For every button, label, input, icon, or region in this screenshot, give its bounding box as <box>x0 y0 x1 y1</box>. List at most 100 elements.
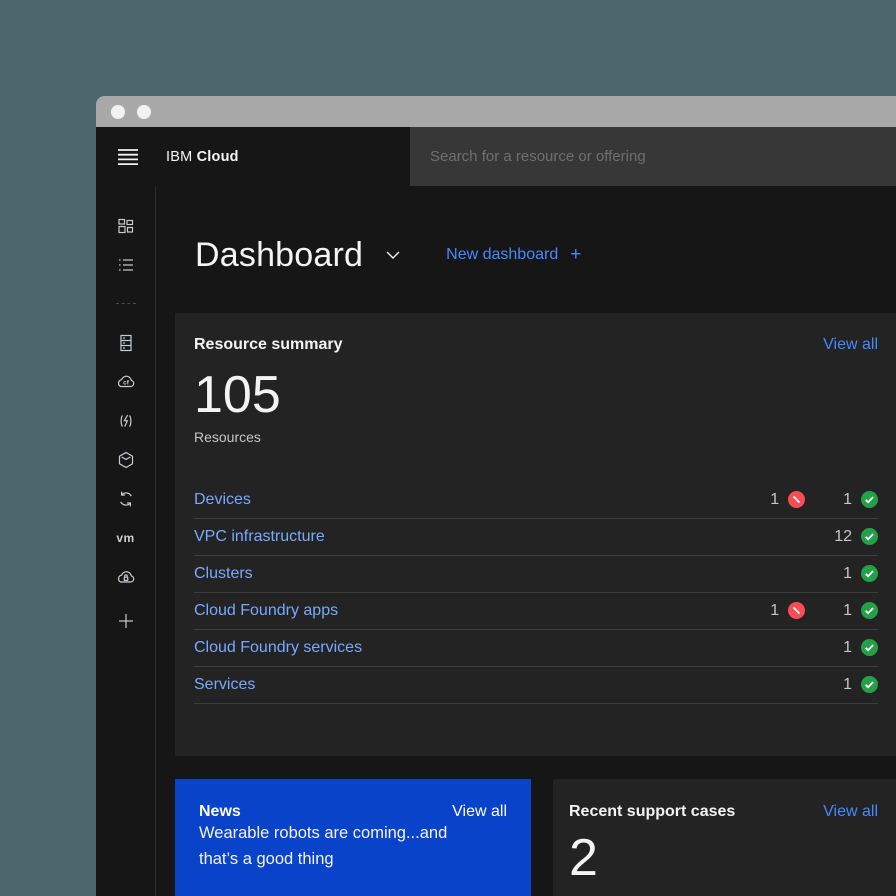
sidebar-item-resource-list[interactable] <box>96 245 155 284</box>
resource-total-label: Resources <box>194 429 878 445</box>
catalog-list-icon <box>116 255 136 275</box>
status-healthy: 1 <box>843 676 878 694</box>
functions-icon <box>116 411 136 431</box>
resource-row-link[interactable]: Cloud Foundry services <box>194 639 362 657</box>
chevron-down-icon <box>385 250 401 260</box>
status-count: 1 <box>770 491 779 509</box>
sidebar-item-dashboard[interactable] <box>96 206 155 245</box>
resource-row: Cloud Foundry apps11 <box>194 593 878 630</box>
status-count: 1 <box>843 565 852 583</box>
dashboard-grid-icon <box>116 216 136 236</box>
status-count: 1 <box>770 602 779 620</box>
healthy-status-icon <box>861 528 878 545</box>
status-count: 1 <box>843 602 852 620</box>
new-dashboard-plus-icon: + <box>570 244 581 266</box>
resource-summary-title: Resource summary <box>194 336 343 354</box>
resource-row: Cloud Foundry services 1 <box>194 630 878 667</box>
resource-row-statuses: 1 <box>843 639 878 657</box>
sidebar-item-sync[interactable] <box>96 479 155 518</box>
healthy-status-icon <box>861 639 878 656</box>
plus-icon <box>117 612 135 630</box>
app-body: cf <box>96 186 896 896</box>
status-count: 1 <box>843 639 852 657</box>
news-header: News View all <box>199 803 507 821</box>
healthy-status-icon <box>861 565 878 582</box>
status-healthy: 12 <box>834 528 878 546</box>
hamburger-icon <box>118 148 138 166</box>
new-dashboard-label: New dashboard <box>446 246 558 264</box>
sidebar-item-schematics[interactable] <box>96 440 155 479</box>
resource-summary-card: Resource summary View all 105 Resources … <box>175 313 896 756</box>
dashboard-switcher-button[interactable] <box>385 250 401 260</box>
news-card: News View all Wearable robots are coming… <box>175 779 531 896</box>
resource-rows: Devices11VPC infrastructure12Clusters1Cl… <box>194 482 878 704</box>
status-critical: 1 <box>770 491 805 509</box>
sidebar-item-vpc[interactable] <box>96 557 155 596</box>
server-stack-icon <box>116 333 136 353</box>
news-title: News <box>199 803 241 821</box>
support-cases-count: 2 <box>569 831 878 886</box>
critical-status-icon <box>788 602 805 619</box>
status-healthy: 1 <box>843 565 878 583</box>
sidebar-item-vmware[interactable]: vm <box>96 518 155 557</box>
news-view-all-link[interactable]: View all <box>452 803 507 821</box>
resource-row-link[interactable]: Clusters <box>194 565 253 583</box>
resource-row: Clusters 1 <box>194 556 878 593</box>
resource-row-link[interactable]: VPC infrastructure <box>194 528 325 546</box>
status-count: 1 <box>843 676 852 694</box>
brand-logo[interactable]: IBM Cloud <box>166 149 239 165</box>
resource-summary-header: Resource summary View all <box>194 336 878 354</box>
status-healthy: 1 <box>843 491 878 509</box>
sidebar-item-functions[interactable] <box>96 401 155 440</box>
sidebar-item-add-resource[interactable] <box>96 601 155 640</box>
main-content: Dashboard New dashboard + Resource summar… <box>156 186 896 896</box>
resource-row-link[interactable]: Devices <box>194 491 251 509</box>
global-search <box>410 127 896 186</box>
critical-status-icon <box>788 491 805 508</box>
window-control-dot[interactable] <box>137 105 151 119</box>
resource-total-count: 105 <box>194 368 878 423</box>
vm-icon: vm <box>116 531 134 545</box>
support-cases-view-all-link[interactable]: View all <box>823 803 878 821</box>
resource-row-statuses: 1 <box>843 565 878 583</box>
hexagon-package-icon <box>116 450 136 470</box>
resource-row-statuses: 11 <box>770 491 878 509</box>
resource-row-statuses: 11 <box>770 602 878 620</box>
resource-row: Devices11 <box>194 482 878 519</box>
status-count: 12 <box>834 528 852 546</box>
sidebar-item-cloud-foundry[interactable]: cf <box>96 362 155 401</box>
svg-text:cf: cf <box>123 379 130 386</box>
healthy-status-icon <box>861 676 878 693</box>
status-healthy: 1 <box>843 602 878 620</box>
resource-summary-view-all-link[interactable]: View all <box>823 336 878 354</box>
browser-window: IBM Cloud <box>96 96 896 896</box>
bottom-cards-row: News View all Wearable robots are coming… <box>175 779 896 896</box>
hamburger-menu-button[interactable] <box>118 148 138 166</box>
news-headline-link[interactable]: Wearable robots are coming...and that’s … <box>199 821 507 872</box>
support-cases-title: Recent support cases <box>569 803 735 821</box>
header-left: IBM Cloud <box>96 127 410 186</box>
window-control-dot[interactable] <box>111 105 125 119</box>
page-title-row: Dashboard New dashboard + <box>195 233 896 277</box>
cloud-lock-icon <box>115 567 137 587</box>
resource-row-statuses: 1 <box>843 676 878 694</box>
brand-suffix: Cloud <box>197 149 239 165</box>
status-healthy: 1 <box>843 639 878 657</box>
new-dashboard-link[interactable]: New dashboard + <box>446 244 581 266</box>
sidebar-divider <box>116 303 136 304</box>
page-title: Dashboard <box>195 236 363 275</box>
healthy-status-icon <box>861 491 878 508</box>
search-input[interactable] <box>410 127 896 186</box>
brand-prefix: IBM <box>166 149 192 165</box>
resource-row-link[interactable]: Services <box>194 676 255 694</box>
status-critical: 1 <box>770 602 805 620</box>
support-cases-header: Recent support cases View all <box>569 803 878 821</box>
app-header: IBM Cloud <box>96 127 896 186</box>
browser-titlebar[interactable] <box>96 96 896 127</box>
resource-row-link[interactable]: Cloud Foundry apps <box>194 602 338 620</box>
left-nav-rail: cf <box>96 186 156 896</box>
news-headline-line2: that’s a good thing <box>199 847 507 873</box>
sidebar-item-classic-infrastructure[interactable] <box>96 323 155 362</box>
healthy-status-icon <box>861 602 878 619</box>
news-headline-line1: Wearable robots are coming...and <box>199 821 507 847</box>
